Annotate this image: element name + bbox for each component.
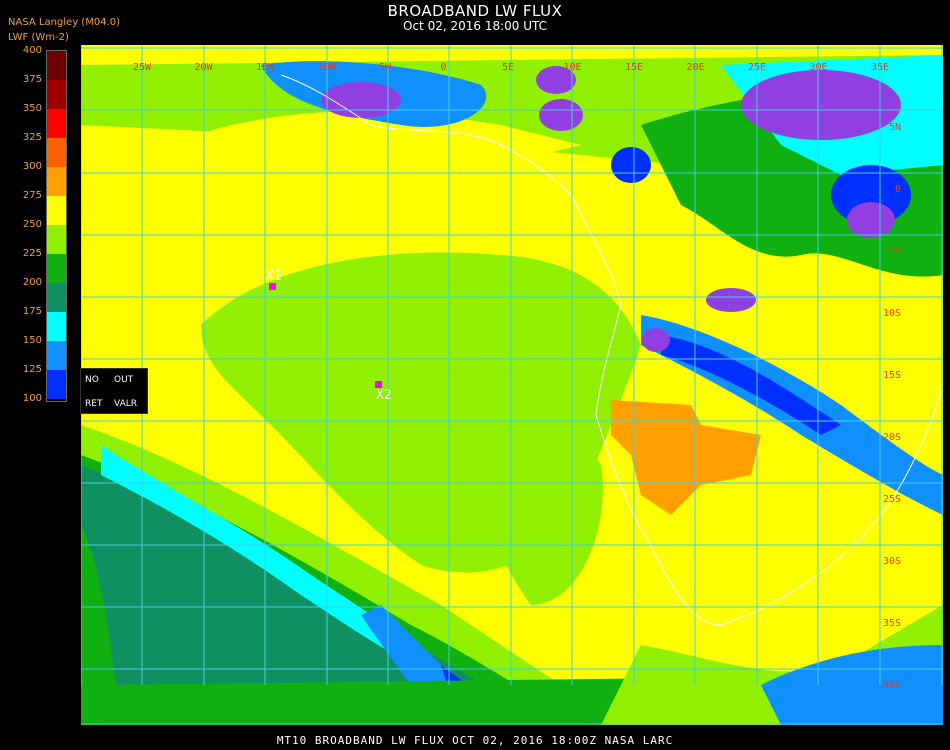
longitude-label: 10E	[564, 62, 582, 73]
no-button[interactable]: NO	[85, 375, 99, 385]
latitude-label: 30S	[883, 556, 901, 567]
colorbar-swatch	[47, 196, 66, 225]
colorbar-swatch	[47, 138, 66, 167]
colorbar-tick-label: 350	[22, 103, 42, 114]
colorbar-tick-label: 200	[22, 277, 42, 288]
colorbar-tick-label: 400	[22, 45, 42, 56]
colorbar	[46, 50, 67, 402]
colorbar-tick-label: 100	[22, 393, 42, 404]
chart-subtitle: Oct 02, 2016 18:00 UTC	[403, 19, 547, 33]
colorbar-swatch	[47, 370, 66, 399]
longitude-label: 20W	[195, 62, 214, 73]
longitude-label: 0	[441, 62, 447, 73]
longitude-label: 5E	[502, 62, 514, 73]
longitude-label: 5W	[379, 62, 392, 73]
colorbar-tick-label: 225	[22, 248, 42, 259]
latitude-label: 20S	[883, 432, 901, 443]
ret-button[interactable]: RET	[85, 399, 102, 409]
colorbar-swatch	[47, 312, 66, 341]
source-label: NASA Langley (M04.0)	[8, 17, 120, 28]
colorbar-tick-label: 275	[22, 190, 42, 201]
latitude-label: 0	[895, 184, 901, 195]
colorbar-swatch	[47, 341, 66, 370]
latitude-label: 15S	[883, 370, 901, 381]
map-area[interactable]: 25W 20W 15W 10W 5W 0 5E 10E 15E 20E 25E 30E 35E 5N 0 5…	[81, 45, 943, 725]
longitude-label: 20E	[687, 62, 705, 73]
latitude-label: 25S	[883, 494, 901, 505]
longitude-label: 25E	[748, 62, 766, 73]
latitude-label: 10S	[883, 308, 901, 319]
colorbar-tick-label: 375	[22, 74, 42, 85]
marker-x2[interactable]	[375, 381, 382, 388]
latitude-label: 5S	[889, 246, 901, 257]
footer-caption: MT10 BROADBAND LW FLUX OCT 02, 2016 18:0…	[276, 734, 674, 747]
longitude-label: 15W	[256, 62, 275, 73]
colorbar-swatch	[47, 225, 66, 254]
colorbar-swatch	[47, 109, 66, 138]
colorbar-swatch	[47, 51, 66, 80]
flux-map: 25W 20W 15W 10W 5W 0 5E 10E 15E 20E 25E 30E 35E 5N 0 5…	[81, 45, 943, 725]
colorbar-tick-label: 300	[22, 161, 42, 172]
colorbar-swatch	[47, 80, 66, 109]
chart-title: BROADBAND LW FLUX	[387, 2, 563, 20]
colorbar-tick-label: 150	[22, 335, 42, 346]
colorbar-tick-label: 325	[22, 132, 42, 143]
longitude-label: 25W	[133, 62, 152, 73]
colorbar-swatch	[47, 283, 66, 312]
longitude-label: 35E	[871, 62, 889, 73]
marker-x1-label: X1	[266, 269, 282, 284]
latitude-label: 5N	[889, 122, 901, 133]
control-panel: NO OUT RET VALR	[80, 368, 148, 414]
latitude-label: 35S	[883, 618, 901, 629]
colorbar-swatch	[47, 167, 66, 196]
colorbar-swatch	[47, 254, 66, 283]
out-button[interactable]: OUT	[114, 375, 133, 385]
latitude-label: 40S	[883, 680, 901, 691]
colorbar-tick-label: 175	[22, 306, 42, 317]
longitude-label: 15E	[625, 62, 643, 73]
colorbar-tick-label: 250	[22, 219, 42, 230]
unit-label: LWF (Wm-2)	[8, 32, 69, 43]
longitude-label: 30E	[810, 62, 828, 73]
marker-x2-label: X2	[376, 388, 392, 403]
longitude-label: 10W	[318, 62, 337, 73]
colorbar-tick-label: 125	[22, 364, 42, 375]
valr-button[interactable]: VALR	[114, 399, 137, 409]
marker-x1[interactable]	[269, 283, 276, 290]
